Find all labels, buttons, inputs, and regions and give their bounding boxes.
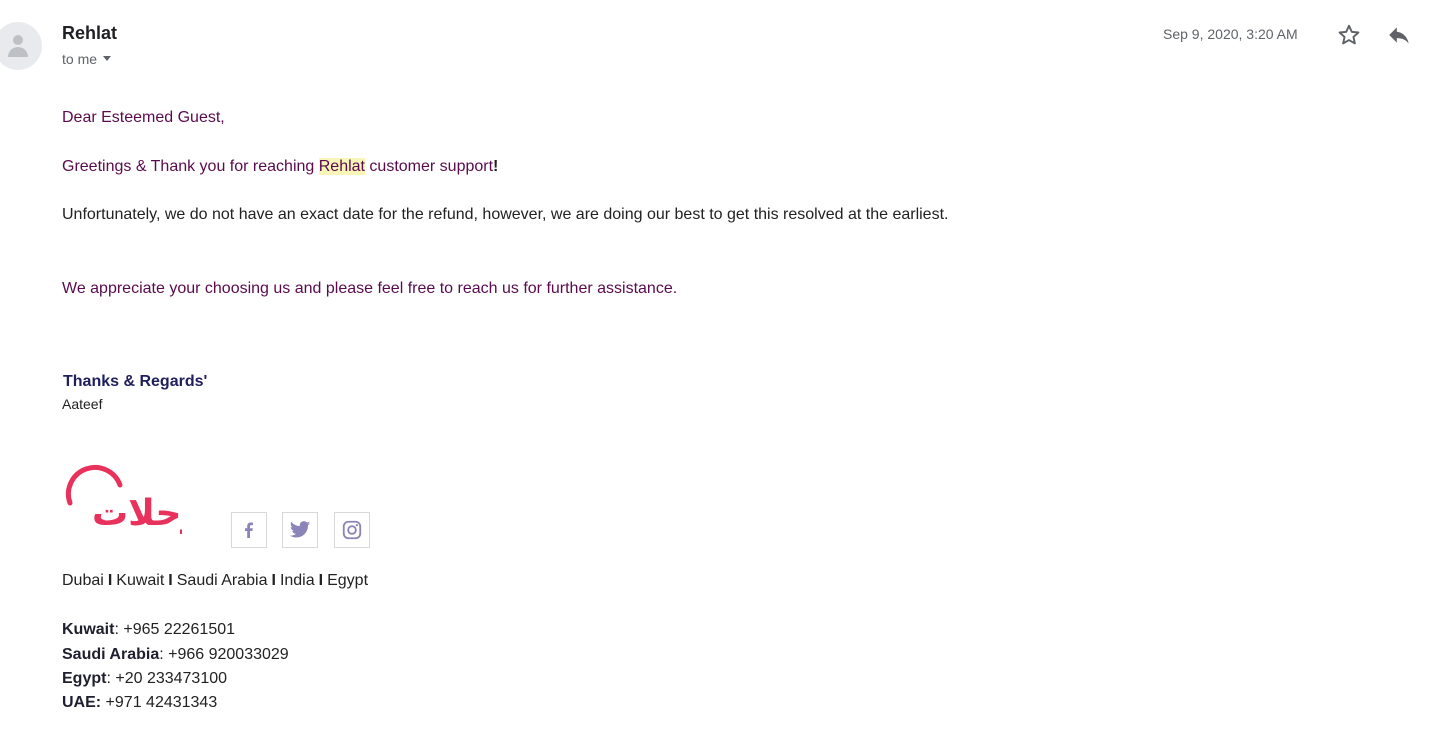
phone-uae: UAE: +971 42431343 — [62, 694, 217, 712]
logo-text: رحلات — [92, 493, 182, 534]
phone-number: +965 22261501 — [118, 621, 236, 638]
twitter-icon — [289, 521, 311, 538]
sender-name[interactable]: Rehlat — [62, 23, 117, 44]
location-separator: I — [107, 572, 113, 589]
phone-number: +20 233473100 — [110, 670, 228, 687]
instagram-link[interactable] — [334, 512, 370, 548]
location-egypt: Egypt — [327, 572, 369, 589]
recipient-label: to me — [62, 51, 98, 67]
phone-label: Egypt — [62, 670, 107, 687]
phone-number: +971 42431343 — [101, 694, 218, 711]
greeting-line: Dear Esteemed Guest, — [62, 109, 225, 126]
reply-icon — [1389, 27, 1409, 44]
star-icon — [1338, 24, 1360, 45]
office-locations: Dubai I Kuwait I Saudi Arabia I India I Egypt — [62, 572, 368, 590]
intro-text: Greetings & Thank you for reaching — [62, 158, 319, 175]
instagram-icon — [342, 520, 362, 540]
signature-closing: Thanks & Regards' — [63, 373, 208, 390]
sender-avatar[interactable] — [0, 22, 42, 70]
phone-number: +966 920033029 — [163, 646, 289, 663]
chevron-down-icon — [103, 55, 112, 61]
facebook-link[interactable] — [231, 512, 267, 548]
intro-text-tail: customer support — [364, 158, 494, 175]
reply-button[interactable] — [1386, 22, 1412, 48]
recipient-details-toggle[interactable]: to me — [62, 51, 112, 67]
avatar-body — [8, 47, 28, 57]
appreciation-line: We appreciate your choosing us and pleas… — [62, 280, 678, 297]
phone-egypt: Egypt: +20 233473100 — [62, 670, 227, 688]
intro-line: Greetings & Thank you for reaching Rehla… — [62, 158, 498, 176]
location-kuwait: Kuwait — [116, 572, 165, 589]
intro-exclamation: ! — [493, 158, 499, 175]
location-india: India — [279, 572, 315, 589]
email-date: Sep 9, 2020, 3:20 AM — [1163, 26, 1298, 42]
location-separator: I — [271, 572, 276, 589]
location-separator: I — [318, 572, 324, 589]
star-button[interactable] — [1336, 22, 1362, 48]
signature-agent: Aateef — [62, 396, 103, 412]
phone-label: Saudi Arabia — [62, 646, 160, 663]
highlighted-brand: Rehlat — [318, 158, 365, 175]
refund-line: Unfortunately, we do not have an exact d… — [62, 206, 949, 223]
rehlat-logo: رحلات — [62, 455, 202, 535]
phone-saudi-arabia: Saudi Arabia: +966 920033029 — [62, 646, 289, 664]
twitter-link[interactable] — [282, 512, 318, 548]
facebook-icon — [245, 522, 253, 538]
avatar-head — [13, 35, 23, 45]
phone-label: UAE: — [62, 694, 102, 711]
location-saudi-arabia: Saudi Arabia — [176, 572, 268, 589]
phone-label: Kuwait — [62, 621, 115, 638]
phone-kuwait: Kuwait: +965 22261501 — [62, 621, 235, 639]
location-separator: I — [168, 572, 173, 589]
location-dubai: Dubai — [62, 572, 104, 589]
